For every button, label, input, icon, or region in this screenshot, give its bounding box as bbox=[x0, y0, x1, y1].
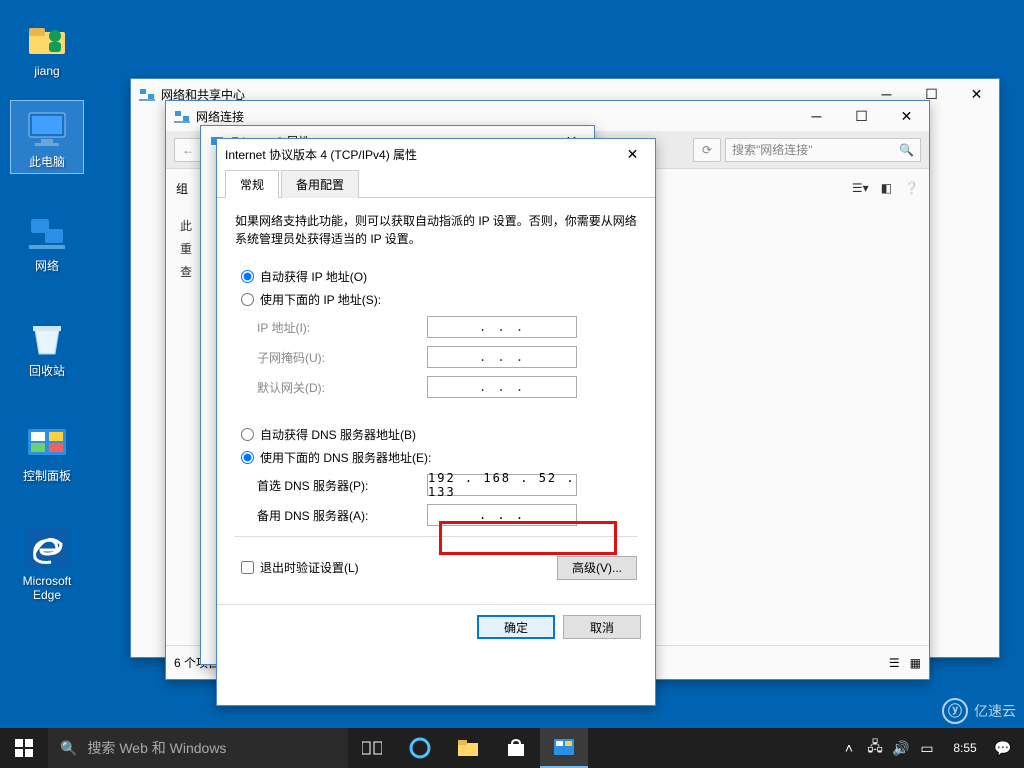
edge-icon bbox=[23, 524, 71, 572]
radio-dns-auto[interactable]: 自动获得 DNS 服务器地址(B) bbox=[241, 426, 631, 443]
network-center-icon bbox=[139, 86, 155, 102]
this-pc-icon bbox=[23, 105, 71, 153]
search-input[interactable]: 搜索"网络连接" 🔍 bbox=[725, 138, 921, 162]
cancel-button[interactable]: 取消 bbox=[563, 615, 641, 639]
radio-ip-auto[interactable]: 自动获得 IP 地址(O) bbox=[241, 268, 631, 285]
desktop-icon-recycle-bin[interactable]: 回收站 bbox=[10, 310, 84, 382]
label-subnet-mask: 子网掩码(U): bbox=[257, 349, 427, 366]
desktop-icon-edge[interactable]: Microsoft Edge bbox=[10, 520, 84, 606]
close-button[interactable]: ✕ bbox=[610, 139, 655, 169]
checkbox-validate-on-exit[interactable]: 退出时验证设置(L) bbox=[241, 559, 359, 576]
search-icon: 🔍 bbox=[60, 740, 77, 757]
input-default-gateway: . . . bbox=[427, 376, 577, 398]
input-subnet-mask: . . . bbox=[427, 346, 577, 368]
tab-general[interactable]: 常规 bbox=[225, 170, 279, 198]
taskbar-store[interactable] bbox=[492, 728, 540, 768]
dialog-title: Internet 协议版本 4 (TCP/IPv4) 属性 bbox=[225, 146, 610, 163]
label-default-gateway: 默认网关(D): bbox=[257, 379, 427, 396]
desktop-icon-this-pc[interactable]: 此电脑 bbox=[10, 100, 84, 174]
tray-up-icon[interactable]: ˄ bbox=[836, 740, 862, 756]
highlight-box bbox=[439, 521, 617, 555]
desktop-icon-user[interactable]: jiang bbox=[10, 10, 84, 82]
advanced-button[interactable]: 高级(V)... bbox=[557, 556, 637, 580]
ok-button[interactable]: 确定 bbox=[477, 615, 555, 639]
tray-notifications-icon[interactable]: 💬 bbox=[990, 740, 1016, 757]
tray-ime-icon[interactable]: ▭ bbox=[914, 740, 940, 757]
radio-dns-manual[interactable]: 使用下面的 DNS 服务器地址(E): bbox=[241, 449, 631, 466]
taskbar[interactable]: 🔍 搜索 Web 和 Windows ˄ 🖧 🔊 ▭ 8:55 💬 bbox=[0, 728, 1024, 768]
desktop-icon-network[interactable]: 网络 bbox=[10, 205, 84, 277]
desktop-icon-control-panel[interactable]: 控制面板 bbox=[10, 415, 84, 487]
description-text: 如果网络支持此功能，则可以获取自动指派的 IP 设置。否则，你需要从网络系统管理… bbox=[235, 212, 637, 248]
search-placeholder: 搜索 Web 和 Windows bbox=[87, 738, 226, 758]
tray-clock[interactable]: 8:55 bbox=[940, 742, 990, 755]
network-connections-icon bbox=[174, 108, 190, 124]
taskbar-edge[interactable] bbox=[396, 728, 444, 768]
preview-icon[interactable]: ◧ bbox=[881, 181, 892, 195]
close-button[interactable]: ✕ bbox=[884, 101, 929, 131]
view-icon[interactable]: ☰▾ bbox=[852, 181, 869, 195]
view-tiles-icon[interactable]: ▦ bbox=[910, 656, 921, 670]
input-preferred-dns[interactable]: 192 . 168 . 52 . 133 bbox=[427, 474, 577, 496]
tray-volume-icon[interactable]: 🔊 bbox=[888, 740, 914, 757]
user-folder-icon bbox=[23, 14, 71, 62]
label-ip-address: IP 地址(I): bbox=[257, 319, 427, 336]
recycle-bin-icon bbox=[23, 314, 71, 362]
task-view-button[interactable] bbox=[348, 728, 396, 768]
maximize-button[interactable]: ☐ bbox=[839, 101, 884, 131]
close-button[interactable]: ✕ bbox=[954, 79, 999, 109]
view-details-icon[interactable]: ☰ bbox=[889, 656, 900, 670]
watermark: ⓨ 亿速云 bbox=[942, 698, 1016, 724]
label-alternate-dns: 备用 DNS 服务器(A): bbox=[257, 507, 427, 524]
radio-ip-manual[interactable]: 使用下面的 IP 地址(S): bbox=[241, 291, 631, 308]
start-button[interactable] bbox=[0, 728, 48, 768]
taskbar-control-panel[interactable] bbox=[540, 728, 588, 768]
cmd-organize[interactable]: 组 bbox=[176, 180, 188, 197]
taskbar-search[interactable]: 🔍 搜索 Web 和 Windows bbox=[48, 728, 348, 768]
control-panel-icon bbox=[23, 419, 71, 467]
tray-network-icon[interactable]: 🖧 bbox=[862, 736, 888, 760]
help-icon[interactable]: ❔ bbox=[904, 181, 919, 195]
window-title: 网络连接 bbox=[196, 108, 794, 125]
taskbar-explorer[interactable] bbox=[444, 728, 492, 768]
search-placeholder: 搜索"网络连接" bbox=[732, 141, 813, 158]
search-icon: 🔍 bbox=[899, 143, 914, 157]
dialog-ipv4-properties[interactable]: Internet 协议版本 4 (TCP/IPv4) 属性 ✕ 常规 备用配置 … bbox=[216, 138, 656, 706]
nav-refresh-button[interactable]: ⟳ bbox=[693, 138, 721, 162]
nav-back-button[interactable]: ← bbox=[174, 138, 202, 162]
minimize-button[interactable]: ─ bbox=[794, 101, 839, 131]
tab-alternate[interactable]: 备用配置 bbox=[281, 170, 359, 198]
input-ip-address: . . . bbox=[427, 316, 577, 338]
network-icon bbox=[23, 209, 71, 257]
label-preferred-dns: 首选 DNS 服务器(P): bbox=[257, 477, 427, 494]
